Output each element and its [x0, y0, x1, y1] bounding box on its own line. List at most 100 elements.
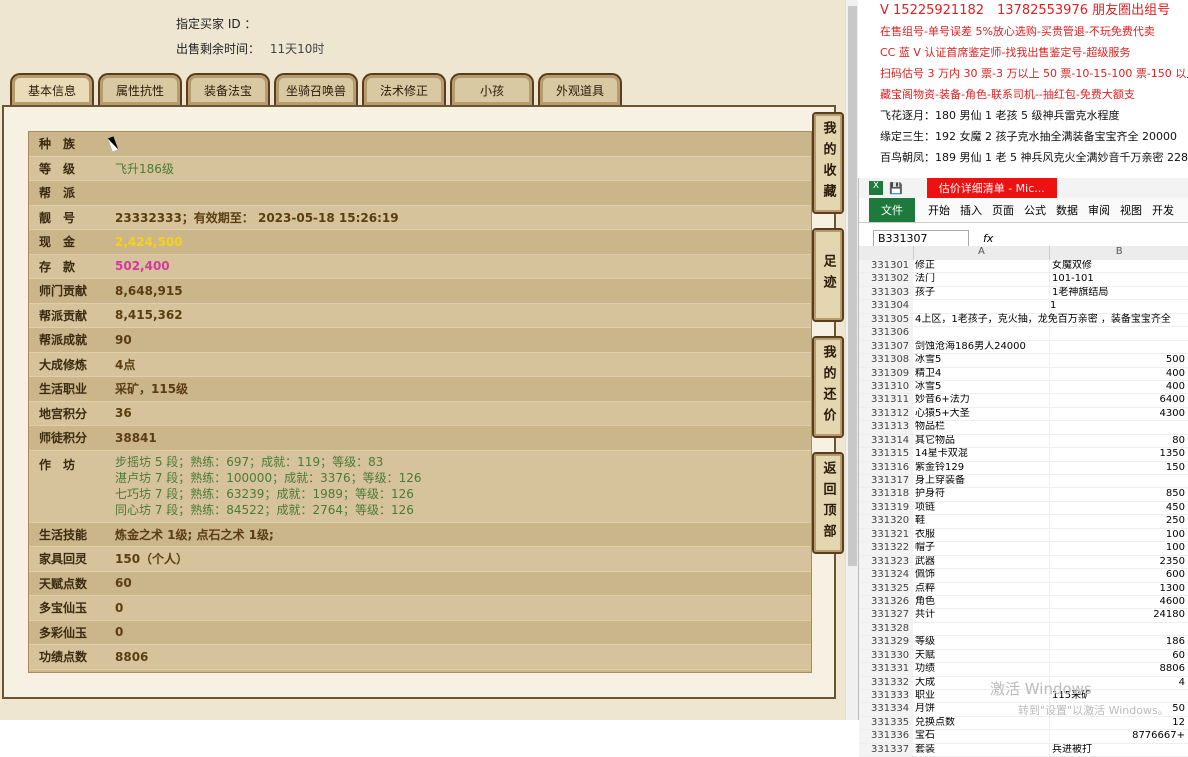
sheet-row[interactable]: 331303 孩子 1老神旗结局 [859, 286, 1188, 301]
name-box[interactable]: B331307 [873, 229, 969, 247]
row-number[interactable]: 331306 [859, 327, 913, 340]
sheet-row[interactable]: 331304 1 [859, 300, 1188, 314]
footprint-button[interactable]: 足迹 [812, 228, 844, 322]
cell-a[interactable]: 妙音6+法力 [913, 394, 1050, 407]
cell-b[interactable]: 60 [1050, 650, 1188, 662]
sheet-row[interactable]: 331311 妙音6+法力 6400 [859, 394, 1188, 408]
row-number[interactable]: 331318 [859, 488, 913, 501]
cell-a[interactable]: 冰雪5 [913, 380, 1050, 394]
row-number[interactable]: 331324 [859, 569, 913, 582]
cell-b[interactable]: 6400 [1050, 394, 1188, 406]
cell-a[interactable] [913, 327, 1050, 340]
row-number[interactable]: 331336 [859, 730, 913, 743]
cell-a[interactable]: 护身符 [913, 488, 1050, 501]
row-number[interactable]: 331302 [859, 273, 913, 286]
tab-basic-info[interactable]: 基本信息 [10, 73, 94, 105]
cell-b[interactable]: 4600 [1050, 596, 1188, 608]
column-a-header[interactable]: A [914, 246, 1051, 260]
column-b-header[interactable]: B [1050, 246, 1188, 260]
cell-b[interactable]: 1300 [1050, 583, 1188, 595]
cell-b[interactable]: 100 [1050, 529, 1188, 541]
row-number[interactable]: 331335 [859, 716, 913, 730]
row-number[interactable]: 331327 [859, 609, 913, 622]
sheet-row[interactable]: 331318 护身符 850 [859, 488, 1188, 502]
sheet-row[interactable]: 331330 天赋 60 [859, 649, 1188, 664]
sheet-row[interactable]: 331302 法门 101-101 [859, 273, 1188, 287]
cell-b[interactable]: 400 [1050, 381, 1188, 393]
row-number[interactable]: 331323 [859, 555, 913, 569]
cell-b[interactable]: 4300 [1050, 408, 1188, 420]
row-number[interactable]: 331303 [859, 286, 913, 300]
row-number[interactable]: 331331 [859, 663, 913, 676]
row-number[interactable]: 331334 [859, 703, 913, 716]
cell-b[interactable]: 8806 [1050, 663, 1188, 675]
ribbon-file[interactable]: 文件 [869, 198, 915, 222]
row-number[interactable]: 331337 [859, 743, 913, 757]
sheet-row[interactable]: 331313 物品栏 [859, 421, 1188, 435]
sheet-row[interactable]: 331325 点粹 1300 [859, 582, 1188, 596]
row-number[interactable]: 331317 [859, 475, 913, 488]
cell-b[interactable]: 100 [1050, 542, 1188, 554]
cell-a[interactable]: 衣服 [913, 528, 1050, 542]
row-number[interactable]: 331308 [859, 354, 913, 367]
ribbon-tab[interactable]: 审阅 [1088, 202, 1110, 218]
row-number[interactable]: 331329 [859, 636, 913, 649]
cell-a[interactable]: 心猿5+大圣 [913, 407, 1050, 421]
cell-b[interactable]: 150 [1050, 462, 1188, 474]
cell-a[interactable]: 功绩 [913, 663, 1050, 676]
cell-a[interactable]: 4上区，1老孩子，克火抽，龙免百万亲密 ，装备宝宝齐全 [913, 314, 1188, 326]
cell-b[interactable]: 兵进被打 [1050, 744, 1188, 756]
cell-a[interactable] [913, 622, 1050, 636]
row-number[interactable]: 331320 [859, 515, 913, 528]
sheet-row[interactable]: 331310 冰雪5 400 [859, 380, 1188, 395]
cell-a[interactable]: 点粹 [913, 582, 1050, 595]
cell-a[interactable]: 其它物品 [913, 434, 1050, 448]
cell-a[interactable]: 冰雪5 [913, 354, 1050, 367]
row-number[interactable]: 331312 [859, 407, 913, 421]
cell-b[interactable]: 80 [1050, 435, 1188, 447]
cell-a[interactable]: 套装 [913, 743, 1050, 757]
row-number[interactable]: 331330 [859, 649, 913, 663]
back-to-top-button[interactable]: 返回顶部 [812, 452, 844, 554]
sheet-row[interactable]: 331336 宝石 8776667+ [859, 730, 1188, 744]
ribbon-tab[interactable]: 开始 [928, 202, 950, 218]
row-number[interactable]: 331314 [859, 434, 913, 448]
ribbon-tab[interactable]: 插入 [960, 202, 982, 218]
cell-b[interactable]: 250 [1050, 515, 1188, 527]
cell-b[interactable]: 24180 [1050, 609, 1188, 621]
sheet-row[interactable]: 331337 套装 兵进被打 [859, 743, 1188, 757]
cell-a[interactable] [913, 300, 1050, 313]
scrollbar[interactable] [845, 0, 859, 720]
row-number[interactable]: 331304 [859, 300, 913, 313]
cell-a[interactable]: 兑换点数 [913, 716, 1050, 730]
cell-a[interactable]: 武器 [913, 555, 1050, 569]
tab-equipment[interactable]: 装备法宝 [186, 73, 270, 105]
sheet-row[interactable]: 331323 武器 2350 [859, 555, 1188, 570]
sheet-row[interactable]: 331316 紫金铃129 150 [859, 461, 1188, 475]
row-number[interactable]: 331310 [859, 380, 913, 394]
row-number[interactable]: 331307 [859, 340, 913, 354]
cell-a[interactable]: 物品栏 [913, 421, 1050, 434]
cell-a[interactable]: 修正 [913, 260, 1050, 273]
cell-a[interactable]: 帽子 [913, 542, 1050, 555]
ribbon-tab[interactable]: 数据 [1056, 202, 1078, 218]
row-number[interactable]: 331309 [859, 367, 913, 380]
sheet-row[interactable]: 331312 心猿5+大圣 4300 [859, 407, 1188, 422]
sheet-row[interactable]: 331309 精卫4 400 [859, 367, 1188, 381]
row-number[interactable]: 331322 [859, 542, 913, 555]
cell-b[interactable] [1050, 327, 1188, 339]
cell-b[interactable] [1050, 341, 1188, 353]
cell-b[interactable] [1050, 475, 1188, 487]
tab-children[interactable]: 小孩 [450, 73, 534, 105]
row-number[interactable]: 331328 [859, 622, 913, 636]
cell-a[interactable]: 等级 [913, 636, 1050, 649]
sheet-row[interactable]: 331315 14星卡双混 1350 [859, 448, 1188, 462]
cell-a[interactable]: 共计 [913, 609, 1050, 622]
cell-b[interactable]: 2350 [1050, 556, 1188, 568]
cell-a[interactable]: 紫金铃129 [913, 461, 1050, 474]
row-number[interactable]: 331332 [859, 676, 913, 689]
row-number[interactable]: 331326 [859, 595, 913, 609]
sheet-row[interactable]: 331321 衣服 100 [859, 528, 1188, 543]
sheet-row[interactable]: 331327 共计 24180 [859, 609, 1188, 623]
cell-b[interactable]: 450 [1050, 502, 1188, 514]
